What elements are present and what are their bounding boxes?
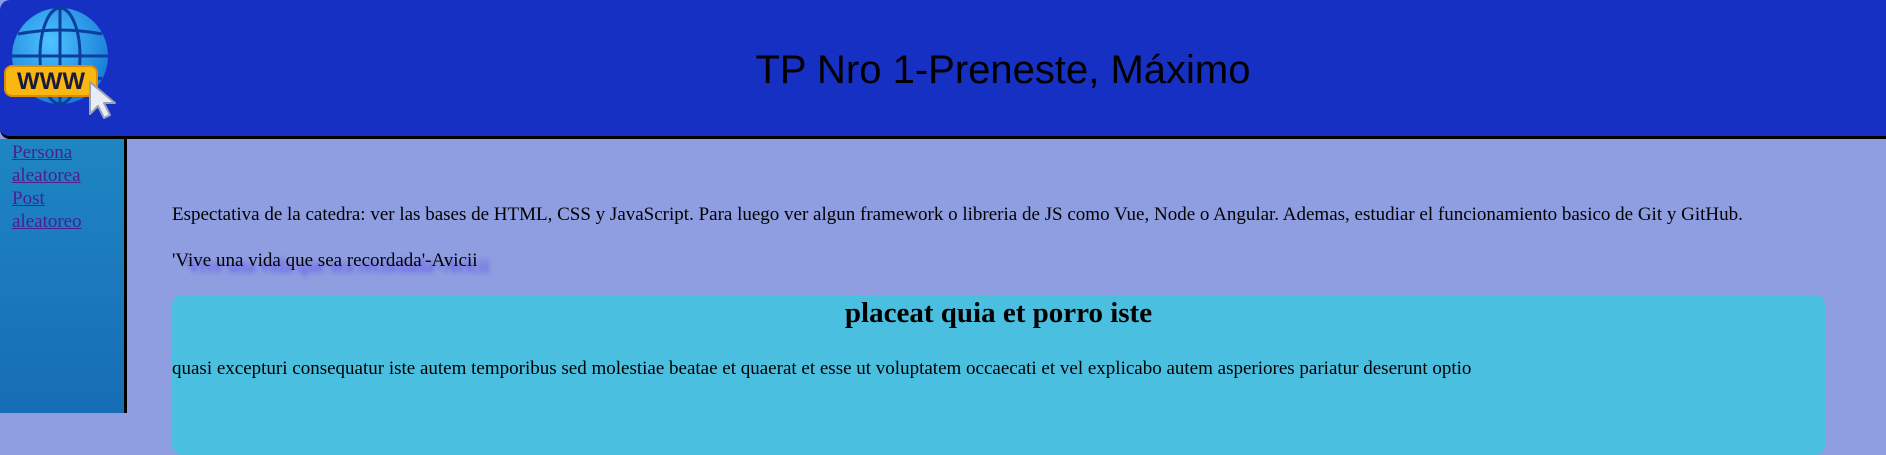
page-title: TP Nro 1-Preneste, Máximo: [120, 46, 1886, 94]
sidebar-item: Post aleatoreo: [0, 187, 124, 233]
post-title: placeat quia et porro iste: [172, 295, 1825, 331]
svg-text:WWW: WWW: [17, 68, 85, 95]
post-body: quasi excepturi consequatur iste autem t…: [172, 357, 1471, 381]
main-content: Espectativa de la catedra: ver las bases…: [127, 139, 1886, 413]
sidebar-nav: Persona aleatorea Post aleatoreo: [0, 139, 127, 413]
intro-paragraph: Espectativa de la catedra: ver las bases…: [172, 203, 1743, 227]
sidebar-list: Persona aleatorea Post aleatoreo: [0, 141, 124, 233]
sidebar-link-persona-aleatorea[interactable]: Persona aleatorea: [12, 141, 102, 187]
sidebar-item: Persona aleatorea: [0, 141, 124, 187]
page-header: WWW TP Nro 1-Preneste, Máximo: [0, 0, 1886, 139]
quote-text: 'Vive una vida que sea recordada'-Avicii: [172, 249, 478, 273]
post-card: placeat quia et porro iste quasi exceptu…: [172, 295, 1825, 455]
sidebar-link-post-aleatoreo[interactable]: Post aleatoreo: [12, 187, 102, 233]
www-globe-logo-icon: WWW: [2, 4, 120, 120]
